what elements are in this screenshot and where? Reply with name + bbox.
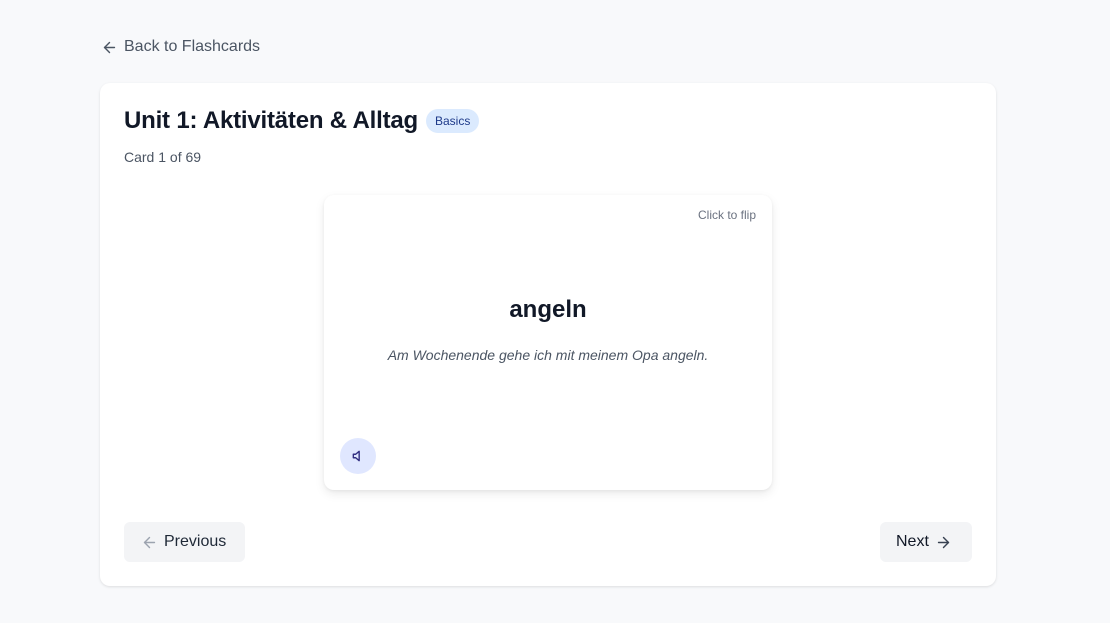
card-counter: Card 1 of 69 (124, 149, 202, 165)
play-audio-button[interactable] (340, 438, 376, 474)
flashcard-example-sentence: Am Wochenende gehe ich mit meinem Opa an… (387, 347, 709, 363)
flashcard[interactable]: Click to flip angeln Am Wochenende gehe … (324, 195, 772, 490)
back-link-label: Back to Flashcards (124, 38, 261, 55)
flashcard-word: angeln (509, 296, 587, 323)
level-badge: Basics (425, 109, 480, 133)
next-button[interactable]: Next (880, 522, 972, 562)
arrow-right-icon (935, 534, 952, 551)
flashcard-panel: Unit 1: Aktivitäten & Alltag Basics Card… (100, 83, 996, 586)
arrow-left-icon (141, 534, 158, 551)
previous-label: Previous (164, 533, 227, 550)
next-label: Next (896, 533, 929, 550)
previous-button[interactable]: Previous (124, 522, 245, 562)
back-to-flashcards-link[interactable]: Back to Flashcards (101, 36, 260, 58)
title-row: Unit 1: Aktivitäten & Alltag Basics (124, 107, 480, 135)
speaker-icon (351, 449, 365, 463)
arrow-left-icon (101, 39, 118, 56)
page-title: Unit 1: Aktivitäten & Alltag (124, 107, 418, 134)
flip-hint: Click to flip (697, 208, 756, 222)
